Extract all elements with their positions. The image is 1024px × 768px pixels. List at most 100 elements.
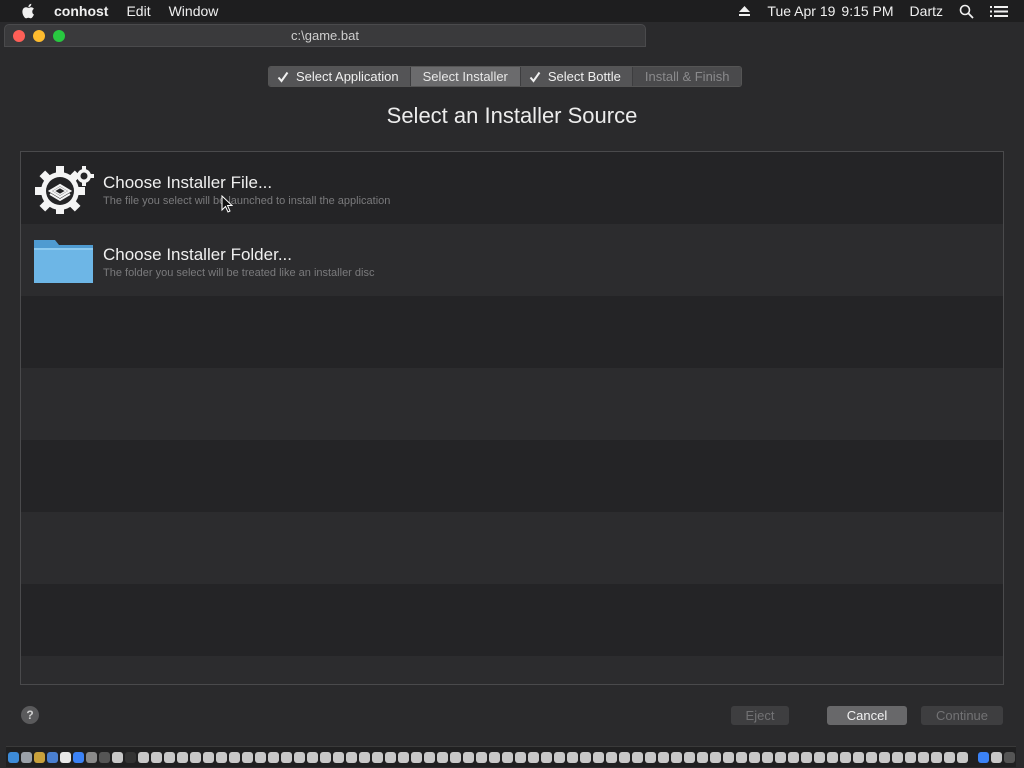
- app-store-icon[interactable]: [978, 751, 989, 763]
- wine-gear-icon[interactable]: [333, 751, 344, 763]
- wine-gear-icon[interactable]: [866, 751, 877, 763]
- window-title-bar[interactable]: c:\game.bat: [4, 24, 646, 47]
- minimize-button[interactable]: [33, 29, 45, 42]
- eject-icon[interactable]: [738, 5, 751, 17]
- app-store-icon[interactable]: [73, 751, 84, 763]
- eject-button[interactable]: Eject: [731, 706, 789, 725]
- wine-gear-icon[interactable]: [684, 751, 695, 763]
- wine-gear-icon[interactable]: [502, 751, 513, 763]
- menu-edit[interactable]: Edit: [126, 3, 150, 19]
- notification-list-icon[interactable]: [990, 5, 1008, 18]
- wine-gear-icon[interactable]: [307, 751, 318, 763]
- wine-gear-icon[interactable]: [567, 751, 578, 763]
- wine-gear-icon[interactable]: [385, 751, 396, 763]
- close-button[interactable]: [13, 29, 25, 42]
- wine-gear-icon[interactable]: [528, 751, 539, 763]
- wine-gear-icon[interactable]: [827, 751, 838, 763]
- wine-gear-icon[interactable]: [788, 751, 799, 763]
- terminal-icon[interactable]: [125, 751, 136, 763]
- finder-icon[interactable]: [8, 751, 19, 763]
- wine-gear-icon[interactable]: [991, 751, 1002, 763]
- wine-gear-icon[interactable]: [775, 751, 786, 763]
- trash-icon[interactable]: [1004, 751, 1015, 763]
- wine-gear-icon[interactable]: [463, 751, 474, 763]
- wine-gear-icon[interactable]: [346, 751, 357, 763]
- wine-gear-icon[interactable]: [710, 751, 721, 763]
- wine-gear-icon[interactable]: [476, 751, 487, 763]
- wine-gear-icon[interactable]: [164, 751, 175, 763]
- wine-gear-icon[interactable]: [840, 751, 851, 763]
- wine-gear-icon[interactable]: [736, 751, 747, 763]
- option-choose-installer-folder[interactable]: Choose Installer Folder... The folder yo…: [21, 224, 1003, 296]
- wine-gear-icon[interactable]: [294, 751, 305, 763]
- app-icon[interactable]: [99, 751, 110, 763]
- wine-gear-icon[interactable]: [489, 751, 500, 763]
- wine-gear-icon[interactable]: [372, 751, 383, 763]
- wine-gear-icon[interactable]: [918, 751, 929, 763]
- option-title: Choose Installer File...: [103, 173, 273, 192]
- wine-gear-icon[interactable]: [671, 751, 682, 763]
- wine-gear-icon[interactable]: [112, 751, 123, 763]
- search-icon[interactable]: [959, 4, 974, 19]
- wine-gear-icon[interactable]: [255, 751, 266, 763]
- wine-gear-icon[interactable]: [697, 751, 708, 763]
- wine-gear-icon[interactable]: [645, 751, 656, 763]
- wine-gear-icon[interactable]: [229, 751, 240, 763]
- wine-gear-icon[interactable]: [450, 751, 461, 763]
- system-preferences-icon[interactable]: [86, 751, 97, 763]
- notes-icon[interactable]: [60, 751, 71, 763]
- wine-gear-icon[interactable]: [359, 751, 370, 763]
- menu-app-name[interactable]: conhost: [54, 3, 108, 19]
- wine-gear-icon[interactable]: [177, 751, 188, 763]
- wine-gear-icon[interactable]: [619, 751, 630, 763]
- wine-gear-icon[interactable]: [242, 751, 253, 763]
- option-choose-installer-file[interactable]: Choose Installer File... The file you se…: [21, 152, 1003, 224]
- wine-gear-icon[interactable]: [957, 751, 968, 763]
- menu-time[interactable]: 9:15 PM: [841, 3, 893, 19]
- wine-gear-icon[interactable]: [281, 751, 292, 763]
- wine-gear-icon[interactable]: [749, 751, 760, 763]
- wine-gear-icon[interactable]: [905, 751, 916, 763]
- safari-icon[interactable]: [47, 751, 58, 763]
- wine-gear-icon[interactable]: [931, 751, 942, 763]
- wine-gear-icon[interactable]: [138, 751, 149, 763]
- wine-gear-icon[interactable]: [580, 751, 591, 763]
- wine-gear-icon[interactable]: [268, 751, 279, 763]
- wine-gear-icon[interactable]: [398, 751, 409, 763]
- menu-date[interactable]: Tue Apr 19: [767, 3, 835, 19]
- menu-user[interactable]: Dartz: [910, 3, 943, 19]
- wine-gear-icon[interactable]: [723, 751, 734, 763]
- app-icon[interactable]: [34, 751, 45, 763]
- wine-gear-icon[interactable]: [320, 751, 331, 763]
- wine-gear-icon[interactable]: [541, 751, 552, 763]
- wine-gear-icon[interactable]: [151, 751, 162, 763]
- wine-gear-icon[interactable]: [879, 751, 890, 763]
- installer-source-list[interactable]: Choose Installer File... The file you se…: [20, 151, 1004, 685]
- wine-gear-icon[interactable]: [437, 751, 448, 763]
- continue-button[interactable]: Continue: [921, 706, 1003, 725]
- cancel-button[interactable]: Cancel: [827, 706, 907, 725]
- help-button[interactable]: ?: [21, 706, 39, 724]
- menu-window[interactable]: Window: [169, 3, 219, 19]
- wine-gear-icon[interactable]: [801, 751, 812, 763]
- wine-gear-icon[interactable]: [892, 751, 903, 763]
- zoom-button[interactable]: [53, 29, 65, 42]
- wine-gear-icon[interactable]: [554, 751, 565, 763]
- wine-gear-icon[interactable]: [853, 751, 864, 763]
- wine-gear-icon[interactable]: [203, 751, 214, 763]
- wine-gear-icon[interactable]: [424, 751, 435, 763]
- apple-icon[interactable]: [20, 2, 38, 20]
- wine-gear-icon[interactable]: [944, 751, 955, 763]
- option-title: Choose Installer Folder...: [103, 245, 292, 264]
- wine-gear-icon[interactable]: [411, 751, 422, 763]
- wine-gear-icon[interactable]: [814, 751, 825, 763]
- wine-gear-icon[interactable]: [632, 751, 643, 763]
- wine-gear-icon[interactable]: [190, 751, 201, 763]
- wine-gear-icon[interactable]: [216, 751, 227, 763]
- wine-gear-icon[interactable]: [658, 751, 669, 763]
- wine-gear-icon[interactable]: [515, 751, 526, 763]
- wine-gear-icon[interactable]: [762, 751, 773, 763]
- wine-gear-icon[interactable]: [593, 751, 604, 763]
- wine-gear-icon[interactable]: [606, 751, 617, 763]
- launchpad-icon[interactable]: [21, 751, 32, 763]
